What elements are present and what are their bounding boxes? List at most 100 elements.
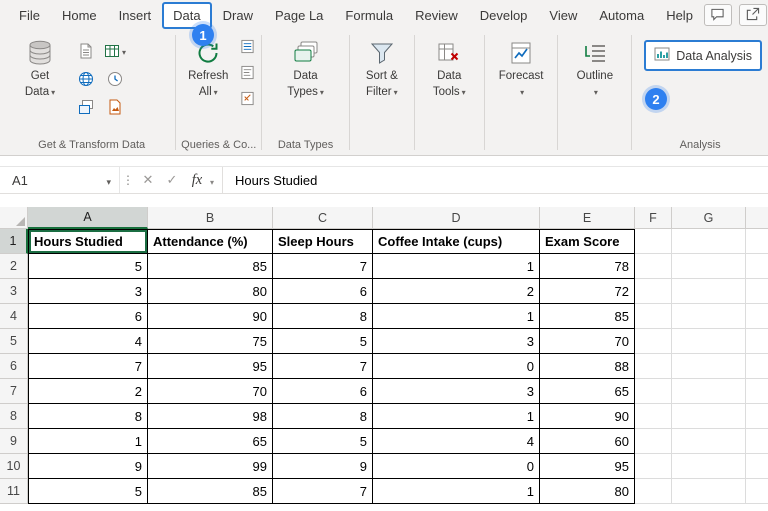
column-header-B[interactable]: B — [148, 207, 273, 229]
existing-connections-button[interactable] — [72, 93, 100, 120]
name-box[interactable]: A1 — [0, 167, 120, 193]
cell-F8[interactable] — [635, 404, 672, 429]
row-header-2[interactable]: 2 — [0, 254, 28, 279]
cell-F11[interactable] — [635, 479, 672, 504]
cell-B11[interactable]: 85 — [148, 479, 273, 504]
cell-A4[interactable]: 6 — [28, 304, 148, 329]
cell-A5[interactable]: 4 — [28, 329, 148, 354]
cell-C4[interactable]: 8 — [273, 304, 373, 329]
cell-E5[interactable]: 70 — [540, 329, 635, 354]
cell-E7[interactable]: 65 — [540, 379, 635, 404]
row-header-10[interactable]: 10 — [0, 454, 28, 479]
row-header-3[interactable]: 3 — [0, 279, 28, 304]
select-all-corner[interactable] — [0, 207, 28, 229]
data-types-button[interactable]: Data Types — [280, 35, 332, 103]
row-header-8[interactable]: 8 — [0, 404, 28, 429]
cell-B9[interactable]: 65 — [148, 429, 273, 454]
from-picture-button[interactable] — [101, 93, 129, 120]
cell-B5[interactable]: 75 — [148, 329, 273, 354]
cell-G4[interactable] — [672, 304, 746, 329]
tab-view[interactable]: View — [538, 2, 588, 29]
cell-F2[interactable] — [635, 254, 672, 279]
data-analysis-button[interactable]: Data Analysis — [644, 40, 762, 71]
cell-B1[interactable]: Attendance (%) — [148, 229, 273, 254]
outline-button[interactable]: Outline — [569, 35, 621, 103]
cell-B4[interactable]: 90 — [148, 304, 273, 329]
formula-bar-content[interactable]: Hours Studied — [227, 173, 317, 188]
cell-E6[interactable]: 88 — [540, 354, 635, 379]
cell-A3[interactable]: 3 — [28, 279, 148, 304]
cell-B3[interactable]: 80 — [148, 279, 273, 304]
cell-B7[interactable]: 70 — [148, 379, 273, 404]
cell-A1[interactable]: Hours Studied — [28, 229, 148, 254]
from-table-range-button[interactable] — [101, 37, 129, 64]
cell-E8[interactable]: 90 — [540, 404, 635, 429]
row-header-1[interactable]: 1 — [0, 229, 28, 254]
namebox-chevron-icon[interactable] — [106, 173, 111, 188]
cell-D3[interactable]: 2 — [373, 279, 540, 304]
column-header-A[interactable]: A — [28, 207, 148, 229]
row-header-5[interactable]: 5 — [0, 329, 28, 354]
cell-F3[interactable] — [635, 279, 672, 304]
cell-C2[interactable]: 7 — [273, 254, 373, 279]
tab-formula[interactable]: Formula — [334, 2, 404, 29]
cell-D1[interactable]: Coffee Intake (cups) — [373, 229, 540, 254]
cell-B2[interactable]: 85 — [148, 254, 273, 279]
cell-E1[interactable]: Exam Score — [540, 229, 635, 254]
cell-C5[interactable]: 5 — [273, 329, 373, 354]
row-header-9[interactable]: 9 — [0, 429, 28, 454]
cell-E3[interactable]: 72 — [540, 279, 635, 304]
column-header-F[interactable]: F — [635, 207, 672, 229]
cell-E11[interactable]: 80 — [540, 479, 635, 504]
grip-dots-icon[interactable] — [120, 173, 136, 187]
cell-A8[interactable]: 8 — [28, 404, 148, 429]
properties-icon[interactable] — [240, 65, 255, 85]
cell-F1[interactable] — [635, 229, 672, 254]
cell-G9[interactable] — [672, 429, 746, 454]
row-header-7[interactable]: 7 — [0, 379, 28, 404]
cell-A9[interactable]: 1 — [28, 429, 148, 454]
column-header-D[interactable]: D — [373, 207, 540, 229]
cell-E9[interactable]: 60 — [540, 429, 635, 454]
row-header-11[interactable]: 11 — [0, 479, 28, 504]
cell-E4[interactable]: 85 — [540, 304, 635, 329]
cell-F4[interactable] — [635, 304, 672, 329]
queries-connections-icon[interactable] — [240, 39, 255, 59]
cell-D8[interactable]: 1 — [373, 404, 540, 429]
cell-C3[interactable]: 6 — [273, 279, 373, 304]
cell-A10[interactable]: 9 — [28, 454, 148, 479]
tab-page-la[interactable]: Page La — [264, 2, 334, 29]
cell-G3[interactable] — [672, 279, 746, 304]
cell-C11[interactable]: 7 — [273, 479, 373, 504]
cell-D2[interactable]: 1 — [373, 254, 540, 279]
cell-F7[interactable] — [635, 379, 672, 404]
cell-C1[interactable]: Sleep Hours — [273, 229, 373, 254]
tab-file[interactable]: File — [8, 2, 51, 29]
cell-G5[interactable] — [672, 329, 746, 354]
tab-insert[interactable]: Insert — [108, 2, 163, 29]
cell-C8[interactable]: 8 — [273, 404, 373, 429]
cell-G1[interactable] — [672, 229, 746, 254]
cell-A11[interactable]: 5 — [28, 479, 148, 504]
column-header-C[interactable]: C — [273, 207, 373, 229]
cell-D10[interactable]: 0 — [373, 454, 540, 479]
workbook-links-icon[interactable] — [240, 91, 255, 111]
recent-sources-button[interactable] — [101, 65, 129, 92]
cell-B10[interactable]: 99 — [148, 454, 273, 479]
cancel-icon[interactable]: ✕ — [136, 172, 160, 188]
insert-function-button[interactable]: fx — [184, 172, 210, 189]
cell-G11[interactable] — [672, 479, 746, 504]
row-header-4[interactable]: 4 — [0, 304, 28, 329]
forecast-button[interactable]: Forecast — [495, 35, 548, 103]
tab-home[interactable]: Home — [51, 2, 108, 29]
tab-draw[interactable]: Draw — [212, 2, 264, 29]
sort-filter-button[interactable]: Sort & Filter — [356, 35, 408, 103]
cell-F10[interactable] — [635, 454, 672, 479]
cell-G7[interactable] — [672, 379, 746, 404]
cell-F5[interactable] — [635, 329, 672, 354]
cell-B8[interactable]: 98 — [148, 404, 273, 429]
from-web-button[interactable] — [72, 65, 100, 92]
tab-automa[interactable]: Automa — [588, 2, 655, 29]
cell-D6[interactable]: 0 — [373, 354, 540, 379]
cell-B6[interactable]: 95 — [148, 354, 273, 379]
